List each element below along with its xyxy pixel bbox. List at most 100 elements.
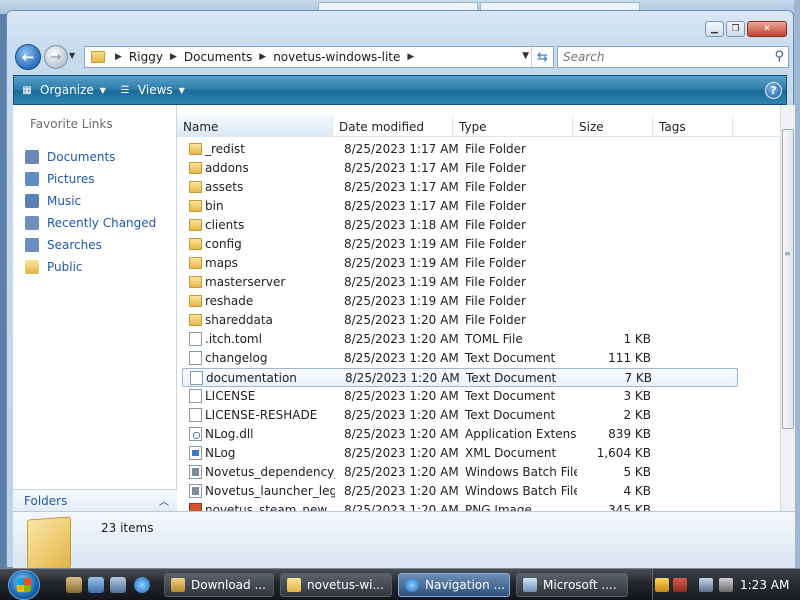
file-row[interactable]: NLog 8/25/2023 1:20 AM XML Document 1,604 K…	[177, 444, 780, 463]
dll-file-icon	[189, 427, 202, 441]
explorer-window: ▁ ❐ ✕ ← → ▼ ▶ Riggy ▶ Documents ▶ novetu…	[6, 10, 795, 572]
file-row[interactable]: assets 8/25/2023 1:17 AM File Folder	[177, 178, 780, 197]
file-type: File Folder	[465, 180, 526, 194]
nav-link-public[interactable]: Public	[25, 257, 83, 277]
file-row[interactable]: masterserver 8/25/2023 1:19 AM File Folder	[177, 273, 780, 292]
search-box[interactable]: ⚲	[557, 46, 789, 68]
favorite-links-title: Favorite Links	[30, 117, 113, 131]
breadcrumb-separator-icon[interactable]: ▶	[403, 52, 418, 62]
recent-pages-dropdown[interactable]: ▼	[69, 51, 75, 60]
file-date-modified: 8/25/2023 1:19 AM	[344, 237, 459, 251]
file-type: File Folder	[465, 218, 526, 232]
security-center-icon[interactable]	[673, 578, 687, 592]
organize-button[interactable]: ▦ Organize ▼	[20, 83, 106, 97]
file-date-modified: 8/25/2023 1:20 AM	[344, 484, 459, 498]
nav-link-recently-changed[interactable]: Recently Changed	[25, 213, 156, 233]
caption-buttons: ▁ ❐ ✕	[705, 21, 787, 37]
file-row[interactable]: config 8/25/2023 1:19 AM File Folder	[177, 235, 780, 254]
file-row[interactable]: Novetus_launcher_leg... 8/25/2023 1:20 AM…	[177, 482, 780, 501]
nav-link-pictures[interactable]: Pictures	[25, 169, 95, 189]
file-name: masterserver	[205, 275, 286, 289]
start-button[interactable]	[8, 570, 40, 600]
column-header-size[interactable]: Size	[573, 116, 653, 137]
network-icon[interactable]	[699, 578, 713, 592]
nav-link-documents[interactable]: Documents	[25, 147, 115, 167]
file-date-modified: 8/25/2023 1:20 AM	[344, 389, 459, 403]
file-size: 4 KB	[623, 484, 651, 498]
file-name: _redist	[205, 142, 245, 156]
vertical-scrollbar[interactable]: ≡	[780, 105, 795, 511]
file-row[interactable]: Novetus_dependency_... 8/25/2023 1:20 AM W…	[177, 463, 780, 482]
file-name: bin	[205, 199, 224, 213]
file-row[interactable]: reshade 8/25/2023 1:19 AM File Folder	[177, 292, 780, 311]
views-button[interactable]: ☰ Views ▼	[118, 83, 184, 97]
file-name: Novetus_launcher_leg...	[205, 484, 335, 498]
file-row[interactable]: shareddata 8/25/2023 1:20 AM File Folder	[177, 311, 780, 330]
maximize-button[interactable]: ❐	[726, 21, 745, 37]
address-dropdown-icon[interactable]: ▼	[522, 51, 529, 61]
folder-icon	[189, 200, 202, 212]
internet-explorer-icon[interactable]	[134, 577, 150, 593]
file-row[interactable]: changelog 8/25/2023 1:20 AM Text Document 1…	[177, 349, 780, 368]
file-row[interactable]: NLog.dll 8/25/2023 1:20 AM Application Ext…	[177, 425, 780, 444]
clock[interactable]: 1:23 AM	[740, 578, 789, 592]
file-type: File Folder	[465, 313, 526, 327]
doc-file-icon	[189, 351, 202, 365]
file-type: PNG Image	[465, 503, 532, 511]
window-icon	[523, 578, 537, 592]
help-icon[interactable]: ?	[765, 82, 782, 99]
search-icon[interactable]: ⚲	[774, 49, 784, 64]
column-header-type[interactable]: Type	[453, 116, 573, 137]
folder-icon	[287, 578, 301, 592]
taskbar-button-microsoft[interactable]: Microsoft ....	[516, 573, 628, 597]
music-icon	[25, 194, 39, 208]
file-type: File Folder	[465, 294, 526, 308]
nav-link-searches[interactable]: Searches	[25, 235, 102, 255]
switch-windows-icon[interactable]	[110, 577, 126, 593]
security-shield-icon[interactable]	[655, 578, 669, 592]
file-row-selected[interactable]: documentation 8/25/2023 1:20 AM Text Docum…	[182, 368, 738, 387]
column-header-name[interactable]: Name	[177, 116, 333, 137]
breadcrumb-riggy[interactable]: Riggy	[126, 50, 166, 64]
breadcrumb-documents[interactable]: Documents	[181, 50, 255, 64]
breadcrumb-separator-icon[interactable]: ▶	[255, 52, 270, 62]
breadcrumb-separator-icon[interactable]: ▶	[111, 52, 126, 62]
quicklaunch-icon[interactable]	[66, 577, 82, 593]
minimize-button[interactable]: ▁	[705, 21, 724, 37]
taskbar-button-download[interactable]: Download ...	[164, 573, 274, 597]
file-type: File Folder	[465, 237, 526, 251]
file-row[interactable]: _redist 8/25/2023 1:17 AM File Folder	[177, 140, 780, 159]
nav-link-music[interactable]: Music	[25, 191, 81, 211]
scrollbar-thumb[interactable]	[782, 129, 794, 429]
column-header-tags[interactable]: Tags	[653, 116, 733, 137]
chevron-up-icon: ︿	[159, 497, 169, 508]
volume-icon[interactable]	[719, 578, 733, 592]
file-row[interactable]: maps 8/25/2023 1:19 AM File Folder	[177, 254, 780, 273]
taskbar-button-navigation[interactable]: Navigation ...	[398, 573, 510, 597]
taskbar-button-explorer[interactable]: novetus-wi...	[280, 573, 392, 597]
breadcrumb-separator-icon[interactable]: ▶	[166, 52, 181, 62]
file-row[interactable]: LICENSE-RESHADE 8/25/2023 1:20 AM Text Doc…	[177, 406, 780, 425]
folders-toggle[interactable]: Folders ︿	[13, 489, 177, 511]
file-row[interactable]: .itch.toml 8/25/2023 1:20 AM TOML File 1 KB	[177, 330, 780, 349]
taskbar-button-label: novetus-wi...	[307, 578, 384, 592]
forward-button[interactable]: →	[44, 45, 68, 69]
column-header-date-modified[interactable]: Date modified	[333, 116, 453, 137]
taskbar-button-label: Download ...	[191, 578, 266, 592]
file-row[interactable]: addons 8/25/2023 1:17 AM File Folder	[177, 159, 780, 178]
file-type: Text Document	[466, 371, 557, 385]
file-size: 839 KB	[608, 427, 651, 441]
close-button[interactable]: ✕	[747, 21, 787, 37]
back-button[interactable]: ←	[15, 44, 41, 70]
file-row[interactable]: LICENSE 8/25/2023 1:20 AM Text Document 3 K…	[177, 387, 780, 406]
file-row[interactable]: clients 8/25/2023 1:18 AM File Folder	[177, 216, 780, 235]
refresh-icon[interactable]: ⇆	[531, 47, 553, 67]
file-date-modified: 8/25/2023 1:19 AM	[344, 294, 459, 308]
file-row[interactable]: novetus_steam_new 8/25/2023 1:20 AM PNG Im…	[177, 501, 780, 511]
file-row[interactable]: bin 8/25/2023 1:17 AM File Folder	[177, 197, 780, 216]
breadcrumb-current-folder[interactable]: novetus-windows-lite	[270, 50, 403, 64]
folder-icon	[27, 516, 71, 572]
address-bar[interactable]: ▶ Riggy ▶ Documents ▶ novetus-windows-li…	[84, 46, 554, 68]
search-input[interactable]	[563, 50, 763, 64]
show-desktop-icon[interactable]	[88, 577, 104, 593]
